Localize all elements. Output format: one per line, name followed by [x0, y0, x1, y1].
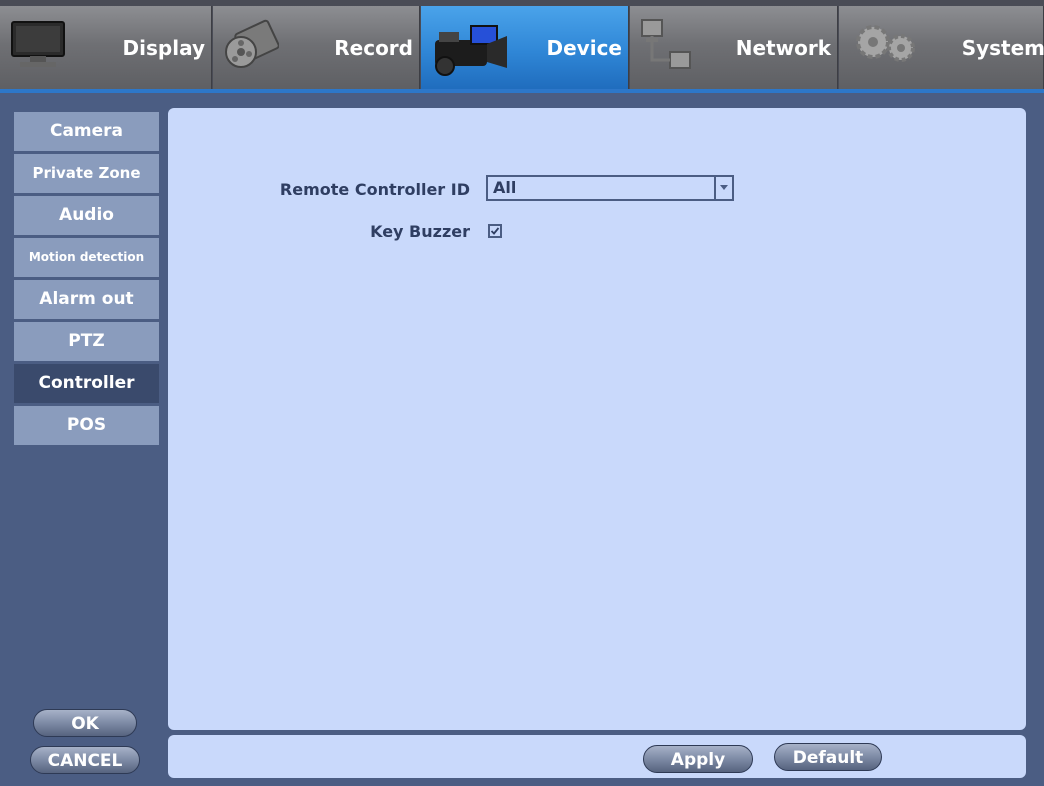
sidebar-item-pos[interactable]: POS	[14, 406, 159, 445]
sidebar-item-private-zone[interactable]: Private Zone	[14, 154, 159, 193]
tab-display[interactable]: Display	[0, 6, 212, 90]
network-icon	[640, 18, 696, 78]
tab-network-label: Network	[735, 36, 831, 60]
chevron-down-icon[interactable]	[714, 177, 732, 199]
remote-controller-id-label: Remote Controller ID	[279, 180, 470, 199]
sidebar-item-audio[interactable]: Audio	[14, 196, 159, 235]
sidebar-item-controller[interactable]: Controller	[14, 364, 159, 403]
top-tab-bar: Display Record Device Network System	[0, 0, 1044, 93]
controller-settings-panel: Remote Controller ID All Key Buzzer	[168, 108, 1026, 730]
tab-system-label: System	[961, 36, 1044, 60]
tab-display-label: Display	[122, 36, 205, 60]
sidebar-item-alarm-out[interactable]: Alarm out	[14, 280, 159, 319]
sidebar-item-motion-detection[interactable]: Motion detection	[14, 238, 159, 277]
sidebar: Camera Private Zone Audio Motion detecti…	[14, 112, 159, 448]
key-buzzer-label: Key Buzzer	[370, 222, 470, 241]
remote-controller-id-select[interactable]: All	[486, 175, 734, 201]
default-button[interactable]: Default	[774, 743, 882, 771]
sidebar-item-camera[interactable]: Camera	[14, 112, 159, 151]
checkmark-icon	[490, 227, 500, 235]
tab-network[interactable]: Network	[630, 6, 838, 90]
key-buzzer-checkbox[interactable]	[488, 224, 502, 238]
tab-record-label: Record	[334, 36, 413, 60]
tab-system[interactable]: System	[839, 6, 1044, 90]
sidebar-item-ptz[interactable]: PTZ	[14, 322, 159, 361]
apply-button[interactable]: Apply	[643, 745, 753, 773]
remote-controller-id-value: All	[493, 178, 517, 197]
cancel-button[interactable]: CANCEL	[30, 746, 140, 774]
tab-device-label: Device	[546, 36, 622, 60]
camcorder-icon	[425, 14, 511, 84]
gears-icon	[853, 22, 921, 70]
monitor-icon	[10, 16, 66, 76]
film-reel-icon	[221, 16, 280, 78]
tab-record[interactable]: Record	[213, 6, 420, 90]
tab-device[interactable]: Device	[421, 6, 629, 90]
ok-button[interactable]: OK	[33, 709, 137, 737]
action-bar: Apply Default	[168, 735, 1026, 778]
